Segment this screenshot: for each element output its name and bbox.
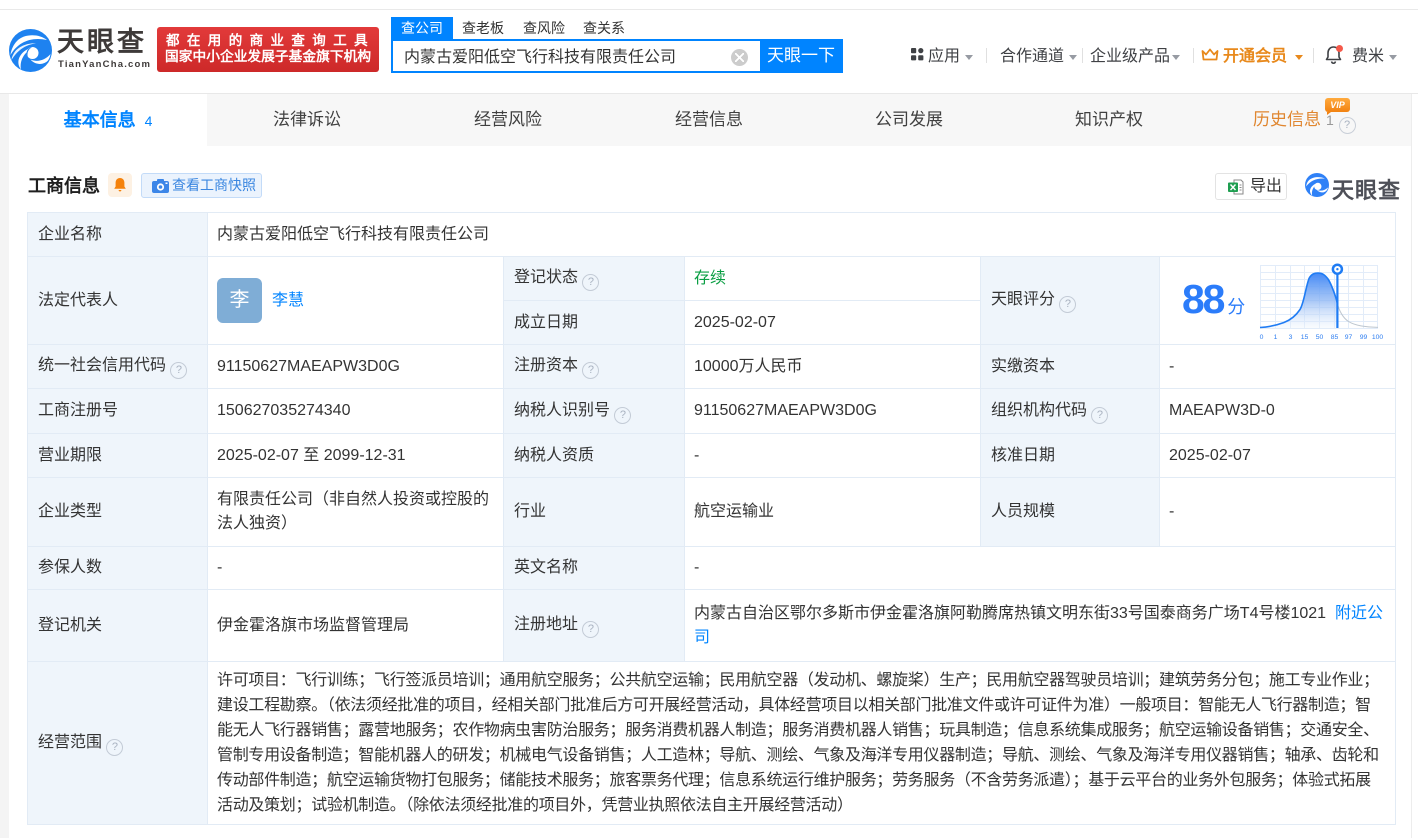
svg-text:50: 50 bbox=[1316, 334, 1324, 341]
svg-text:1: 1 bbox=[1274, 334, 1278, 341]
svg-text:15: 15 bbox=[1301, 334, 1309, 341]
svg-text:100: 100 bbox=[1372, 334, 1384, 341]
svg-text:97: 97 bbox=[1345, 334, 1353, 341]
svg-text:85: 85 bbox=[1331, 334, 1339, 341]
svg-text:99: 99 bbox=[1360, 334, 1368, 341]
svg-text:0: 0 bbox=[1260, 334, 1264, 341]
svg-text:3: 3 bbox=[1289, 334, 1293, 341]
